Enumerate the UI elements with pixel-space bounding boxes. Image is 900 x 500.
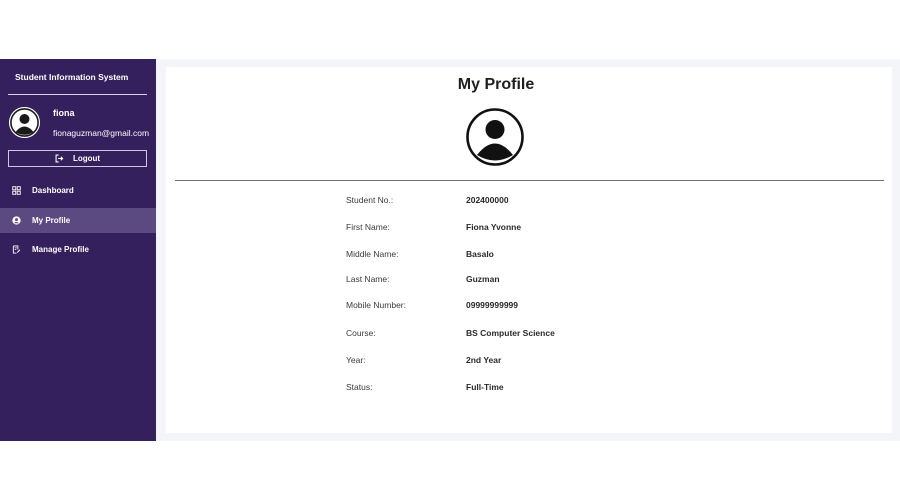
sidebar-item-label: My Profile bbox=[32, 216, 71, 225]
field-value-status: Full-Time bbox=[466, 382, 504, 392]
page-title: My Profile bbox=[457, 76, 535, 93]
field-label-status: Status: bbox=[346, 382, 373, 392]
field-label-mobile-number: Mobile Number: bbox=[346, 300, 406, 310]
user-avatar-icon bbox=[9, 107, 40, 138]
sidebar-item-label: Manage Profile bbox=[32, 245, 89, 254]
system-title: Student Information System bbox=[15, 72, 129, 82]
field-value-last-name: Guzman bbox=[466, 274, 500, 284]
field-label-student-no: Student No.: bbox=[346, 195, 394, 205]
app-window: Student Information System fiona fionagu… bbox=[0, 59, 900, 441]
field-label-last-name: Last Name: bbox=[346, 274, 390, 284]
field-value-student-no: 202400000 bbox=[466, 195, 509, 205]
user-email: fionaguzman@gmail.com bbox=[53, 128, 150, 138]
sidebar-item-label: Dashboard bbox=[32, 186, 74, 195]
sidebar-item-manage-profile[interactable]: Manage Profile bbox=[0, 237, 156, 262]
field-value-course: BS Computer Science bbox=[466, 328, 555, 338]
field-label-course: Course: bbox=[346, 328, 376, 338]
field-label-first-name: First Name: bbox=[346, 222, 390, 232]
field-value-first-name: Fiona Yvonne bbox=[466, 222, 522, 232]
field-label-year: Year: bbox=[346, 355, 366, 365]
edit-document-icon bbox=[12, 245, 21, 254]
logout-button[interactable]: Logout bbox=[8, 150, 147, 167]
sidebar-divider bbox=[8, 94, 147, 95]
sidebar: Student Information System fiona fionagu… bbox=[0, 59, 156, 441]
field-value-year: 2nd Year bbox=[466, 355, 502, 365]
field-label-middle-name: Middle Name: bbox=[346, 249, 399, 259]
sidebar-item-dashboard[interactable]: Dashboard bbox=[0, 178, 156, 203]
logout-icon bbox=[55, 154, 64, 163]
logout-label: Logout bbox=[72, 154, 101, 163]
sidebar-item-my-profile[interactable]: My Profile bbox=[0, 208, 156, 233]
user-icon bbox=[12, 216, 21, 225]
field-value-mobile-number: 09999999999 bbox=[466, 300, 519, 310]
grid-icon bbox=[12, 186, 21, 195]
profile-card: My Profile Student No.: 202400000 First … bbox=[166, 67, 892, 433]
field-value-middle-name: Basalo bbox=[466, 249, 494, 259]
content-divider bbox=[175, 180, 884, 181]
profile-avatar-icon bbox=[466, 108, 524, 166]
user-name: fiona bbox=[53, 108, 75, 118]
